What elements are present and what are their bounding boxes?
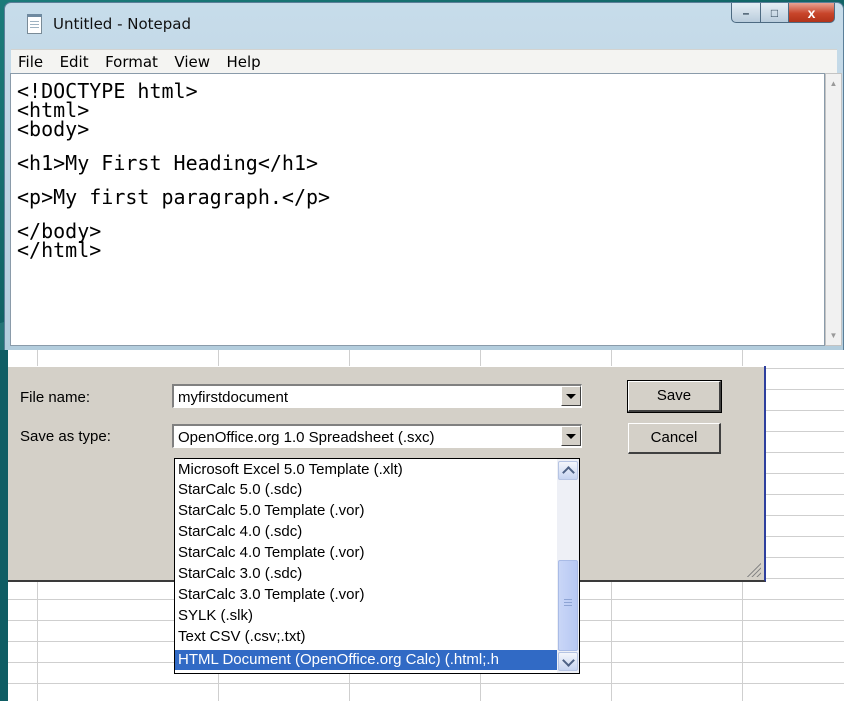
window-controls: – □ x bbox=[731, 3, 835, 25]
list-item[interactable]: StarCalc 3.0 (.sdc) bbox=[175, 564, 557, 584]
cancel-button[interactable]: Cancel bbox=[628, 423, 721, 454]
text-editor[interactable]: <!DOCTYPE html> <html> <body> <h1>My Fir… bbox=[10, 73, 825, 346]
grip-icon bbox=[564, 599, 572, 606]
file-name-label: File name: bbox=[20, 389, 91, 406]
list-item[interactable]: StarCalc 4.0 Template (.vor) bbox=[175, 543, 557, 563]
menu-help[interactable]: Help bbox=[221, 50, 265, 74]
code-line: <h1>My First Heading</h1> bbox=[17, 151, 319, 175]
window-title: Untitled - Notepad bbox=[53, 15, 192, 33]
resize-grip-icon[interactable] bbox=[745, 561, 761, 577]
menu-format[interactable]: Format bbox=[100, 50, 163, 74]
scroll-thumb[interactable] bbox=[558, 560, 578, 651]
chevron-down-icon bbox=[566, 393, 576, 399]
notepad-titlebar[interactable]: Untitled - Notepad – □ x bbox=[5, 3, 843, 45]
minimize-button[interactable]: – bbox=[731, 3, 761, 23]
editor-scrollbar[interactable]: ▲ ▼ bbox=[825, 73, 842, 346]
list-item[interactable]: StarCalc 3.0 Template (.vor) bbox=[175, 585, 557, 605]
options-scrollbar[interactable] bbox=[557, 459, 579, 673]
menu-view[interactable]: View bbox=[169, 50, 215, 74]
list-item-selected[interactable]: HTML Document (OpenOffice.org Calc) (.ht… bbox=[175, 650, 557, 670]
code-line: </body> bbox=[17, 219, 102, 243]
list-item[interactable]: Microsoft Excel 5.0 Template (.xlt) bbox=[175, 460, 557, 480]
list-item[interactable]: StarCalc 4.0 (.sdc) bbox=[175, 522, 557, 542]
scroll-down-button[interactable] bbox=[558, 652, 578, 671]
menu-edit[interactable]: Edit bbox=[55, 50, 94, 74]
scroll-up-arrow-icon[interactable]: ▲ bbox=[826, 79, 841, 88]
list-item[interactable]: StarCalc 5.0 Template (.vor) bbox=[175, 501, 557, 521]
chevron-up-icon bbox=[561, 465, 575, 479]
menu-file[interactable]: File bbox=[13, 50, 48, 74]
list-item[interactable]: Text CSV (.csv;.txt) bbox=[175, 627, 557, 647]
close-button[interactable]: x bbox=[789, 3, 835, 23]
file-name-dropdown-button[interactable] bbox=[561, 386, 581, 406]
list-item[interactable]: SYLK (.slk) bbox=[175, 606, 557, 626]
save-button[interactable]: Save bbox=[627, 380, 722, 413]
maximize-button[interactable]: □ bbox=[761, 3, 789, 23]
scroll-down-arrow-icon[interactable]: ▼ bbox=[826, 331, 841, 340]
file-name-value: myfirstdocument bbox=[178, 389, 289, 406]
chevron-down-icon bbox=[561, 653, 575, 667]
code-line: </html> bbox=[17, 238, 102, 262]
save-as-type-dropdown-button[interactable] bbox=[561, 426, 581, 446]
code-line: <!DOCTYPE html> bbox=[17, 79, 198, 103]
scroll-up-button[interactable] bbox=[558, 461, 578, 480]
save-as-type-label: Save as type: bbox=[20, 428, 111, 445]
notepad-app-icon[interactable] bbox=[27, 14, 42, 34]
code-line: <body> bbox=[17, 117, 90, 141]
code-line: <html> bbox=[17, 98, 90, 122]
save-as-type-options-list[interactable]: Microsoft Excel 5.0 Template (.xlt) Star… bbox=[174, 458, 580, 674]
code-line: <p>My first paragraph.</p> bbox=[17, 185, 331, 209]
chevron-down-icon bbox=[566, 433, 576, 439]
file-name-input[interactable]: myfirstdocument bbox=[172, 384, 582, 408]
menu-bar: File Edit Format View Help bbox=[11, 49, 837, 74]
save-as-type-select[interactable]: OpenOffice.org 1.0 Spreadsheet (.sxc) bbox=[172, 424, 582, 448]
desktop-strip bbox=[0, 350, 8, 701]
list-item[interactable]: StarCalc 5.0 (.sdc) bbox=[175, 480, 557, 500]
save-as-type-value: OpenOffice.org 1.0 Spreadsheet (.sxc) bbox=[178, 429, 435, 446]
